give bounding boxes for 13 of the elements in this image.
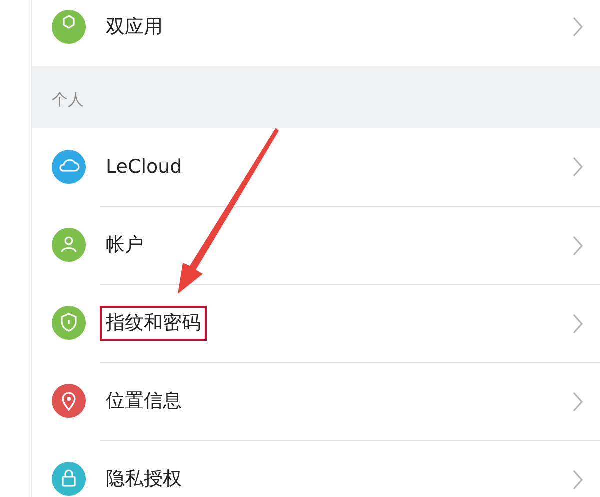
setting-label[interactable]: 指纹和密码 xyxy=(100,306,207,341)
chevron-right-icon xyxy=(572,468,584,490)
setting-label[interactable]: 双应用 xyxy=(100,10,169,44)
setting-label[interactable]: LeCloud xyxy=(100,150,188,184)
setting-label[interactable]: 帐户 xyxy=(100,228,150,263)
chevron-right-icon xyxy=(572,16,584,38)
chevron-right-icon xyxy=(572,234,584,256)
chevron-right-icon xyxy=(572,390,584,412)
chevron-right-icon xyxy=(572,156,584,178)
setting-label[interactable]: 隐私授权 xyxy=(100,462,188,497)
setting-label[interactable]: 位置信息 xyxy=(100,384,188,419)
chevron-right-icon xyxy=(572,312,584,334)
section-header: 个人 xyxy=(52,90,84,109)
